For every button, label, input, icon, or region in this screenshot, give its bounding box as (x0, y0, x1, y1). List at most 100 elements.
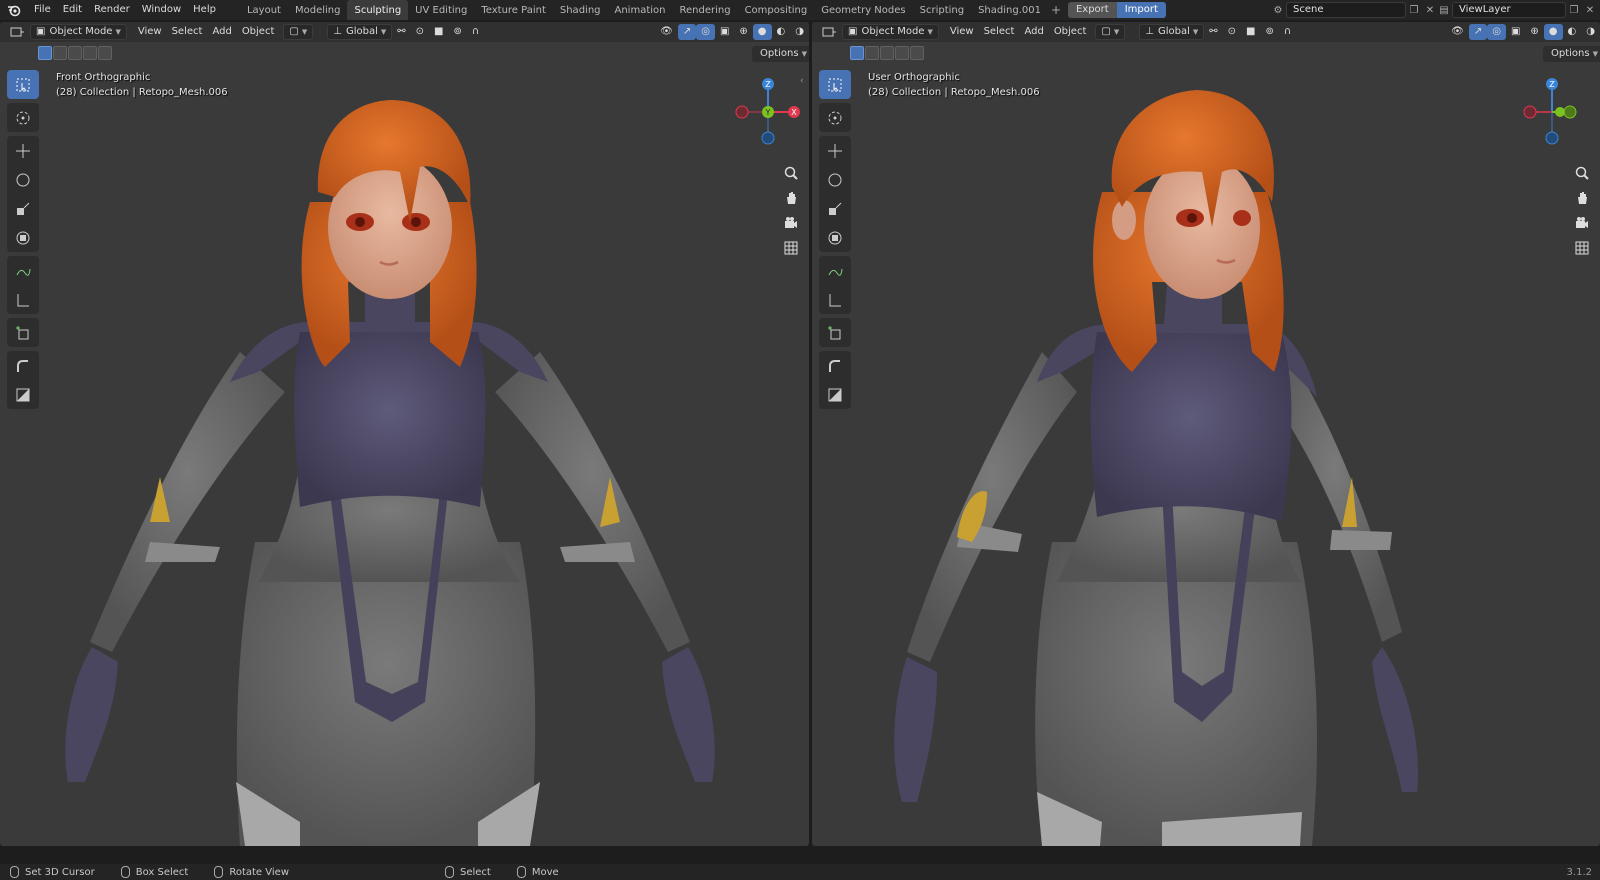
move-tool-icon[interactable] (819, 136, 851, 165)
bend-tool-icon[interactable] (7, 351, 39, 380)
tab-uv-editing[interactable]: UV Editing (408, 0, 474, 20)
zoom-icon[interactable] (1571, 162, 1593, 184)
bend-tool-icon[interactable] (819, 351, 851, 380)
menu-object[interactable]: Object (1049, 24, 1092, 40)
select-box-tool-icon[interactable] (819, 70, 851, 99)
import-button[interactable]: Import (1116, 2, 1166, 18)
menu-edit[interactable]: Edit (57, 0, 88, 20)
solid-shading-icon[interactable]: ● (1543, 24, 1563, 40)
tab-shading-001[interactable]: Shading.001 (971, 0, 1048, 20)
menu-add[interactable]: Add (1019, 24, 1048, 40)
select-intersect-icon[interactable] (910, 46, 924, 60)
tab-compositing[interactable]: Compositing (738, 0, 815, 20)
menu-render[interactable]: Render (88, 0, 136, 20)
scale-tool-icon[interactable] (819, 194, 851, 223)
orientation-select[interactable]: ⊥ Global ▼ (1139, 24, 1205, 40)
add-cube-tool-icon[interactable] (819, 318, 851, 347)
scale-tool-icon[interactable] (7, 194, 39, 223)
zoom-icon[interactable] (780, 162, 802, 184)
export-button[interactable]: Export (1067, 2, 1117, 18)
cursor-tool-icon[interactable] (819, 103, 851, 132)
material-shading-icon[interactable]: ◐ (1563, 24, 1582, 40)
select-subtract-icon[interactable] (68, 46, 82, 60)
mode-select[interactable]: ▣ Object Mode ▼ (842, 24, 939, 40)
viewport-right[interactable]: ▣ Object Mode ▼ View Select Add Object ▢ ▼… (812, 22, 1600, 846)
proportional-edit-icon[interactable]: ⊚ (1260, 24, 1278, 40)
shear-tool-icon[interactable] (7, 380, 39, 409)
snap-icon[interactable]: ⊙ (411, 24, 429, 40)
menu-view[interactable]: View (133, 24, 167, 40)
select-extend-icon[interactable] (865, 46, 879, 60)
proportional-edit-icon[interactable]: ⊚ (448, 24, 466, 40)
shear-tool-icon[interactable] (819, 380, 851, 409)
annotate-tool-icon[interactable] (7, 256, 39, 285)
menu-window[interactable]: Window (136, 0, 187, 20)
viewlayer-close-icon[interactable]: ✕ (1582, 2, 1598, 18)
options-button[interactable]: Options ▼ (752, 46, 809, 62)
navigation-gizmo-left[interactable]: Z X Y (728, 72, 808, 152)
select-intersect-icon[interactable] (98, 46, 112, 60)
tab-texture-paint[interactable]: Texture Paint (474, 0, 553, 20)
wireframe-shading-icon[interactable]: ⊕ (1525, 24, 1543, 40)
measure-tool-icon[interactable] (7, 285, 39, 314)
material-shading-icon[interactable]: ◐ (772, 24, 791, 40)
drag-tool-select[interactable]: ▢ ▼ (283, 24, 314, 40)
viewlayer-copy-icon[interactable]: ❐ (1566, 2, 1582, 18)
select-box-tool-icon[interactable] (7, 70, 39, 99)
select-new-icon[interactable] (850, 46, 864, 60)
mode-select[interactable]: ▣ Object Mode ▼ (30, 24, 127, 40)
snap-icon[interactable]: ⊙ (1223, 24, 1241, 40)
select-invert-icon[interactable] (895, 46, 909, 60)
xray-icon[interactable]: ▣ (715, 24, 734, 40)
tab-shading[interactable]: Shading (553, 0, 608, 20)
falloff-icon[interactable]: ∩ (467, 24, 484, 40)
snap-target-icon[interactable]: ■ (429, 24, 448, 40)
editor-type-icon[interactable] (4, 26, 30, 38)
viewlayer-name-field[interactable]: ViewLayer (1452, 2, 1566, 18)
menu-select[interactable]: Select (167, 24, 208, 40)
viewport-left[interactable]: ▣ Object Mode ▼ View Select Add Object ▢ ▼… (0, 22, 809, 846)
scene-icon[interactable]: ⚙ (1270, 2, 1286, 18)
pan-hand-icon[interactable] (1571, 187, 1593, 209)
tab-rendering[interactable]: Rendering (672, 0, 737, 20)
add-cube-tool-icon[interactable] (7, 318, 39, 347)
ortho-grid-icon[interactable] (780, 237, 802, 259)
menu-file[interactable]: File (28, 0, 57, 20)
visibility-icon[interactable]: 👁 (655, 24, 678, 40)
rendered-shading-icon[interactable]: ◑ (790, 24, 809, 40)
tab-scripting[interactable]: Scripting (913, 0, 971, 20)
gizmo-toggle-icon[interactable]: ↗ (677, 24, 697, 40)
menu-add[interactable]: Add (207, 24, 236, 40)
viewlayer-icon[interactable]: ▤ (1436, 2, 1452, 18)
camera-view-icon[interactable] (780, 212, 802, 234)
navigation-gizmo-right[interactable]: Z (1512, 72, 1592, 152)
overlay-toggle-icon[interactable]: ◎ (696, 24, 715, 40)
pan-hand-icon[interactable] (780, 187, 802, 209)
select-extend-icon[interactable] (53, 46, 67, 60)
camera-view-icon[interactable] (1571, 212, 1593, 234)
select-new-icon[interactable] (38, 46, 52, 60)
rotate-tool-icon[interactable] (819, 165, 851, 194)
pivot-icon[interactable]: ⚯ (392, 24, 410, 40)
annotate-tool-icon[interactable] (819, 256, 851, 285)
drag-tool-select[interactable]: ▢ ▼ (1095, 24, 1126, 40)
xray-icon[interactable]: ▣ (1506, 24, 1525, 40)
scene-name-field[interactable]: Scene (1286, 2, 1406, 18)
blender-logo-icon[interactable] (0, 0, 28, 20)
ortho-grid-icon[interactable] (1571, 237, 1593, 259)
wireframe-shading-icon[interactable]: ⊕ (734, 24, 752, 40)
tab-geometry-nodes[interactable]: Geometry Nodes (814, 0, 912, 20)
transform-tool-icon[interactable] (819, 223, 851, 252)
menu-help[interactable]: Help (187, 0, 222, 20)
menu-select[interactable]: Select (979, 24, 1020, 40)
sidebar-toggle-icon[interactable]: ‹ (800, 76, 804, 86)
tab-sculpting[interactable]: Sculpting (347, 0, 409, 20)
gizmo-toggle-icon[interactable]: ↗ (1468, 24, 1488, 40)
orientation-select[interactable]: ⊥ Global ▼ (327, 24, 393, 40)
select-subtract-icon[interactable] (880, 46, 894, 60)
measure-tool-icon[interactable] (819, 285, 851, 314)
cursor-tool-icon[interactable] (7, 103, 39, 132)
menu-view[interactable]: View (945, 24, 979, 40)
overlay-toggle-icon[interactable]: ◎ (1487, 24, 1506, 40)
solid-shading-icon[interactable]: ● (752, 24, 772, 40)
